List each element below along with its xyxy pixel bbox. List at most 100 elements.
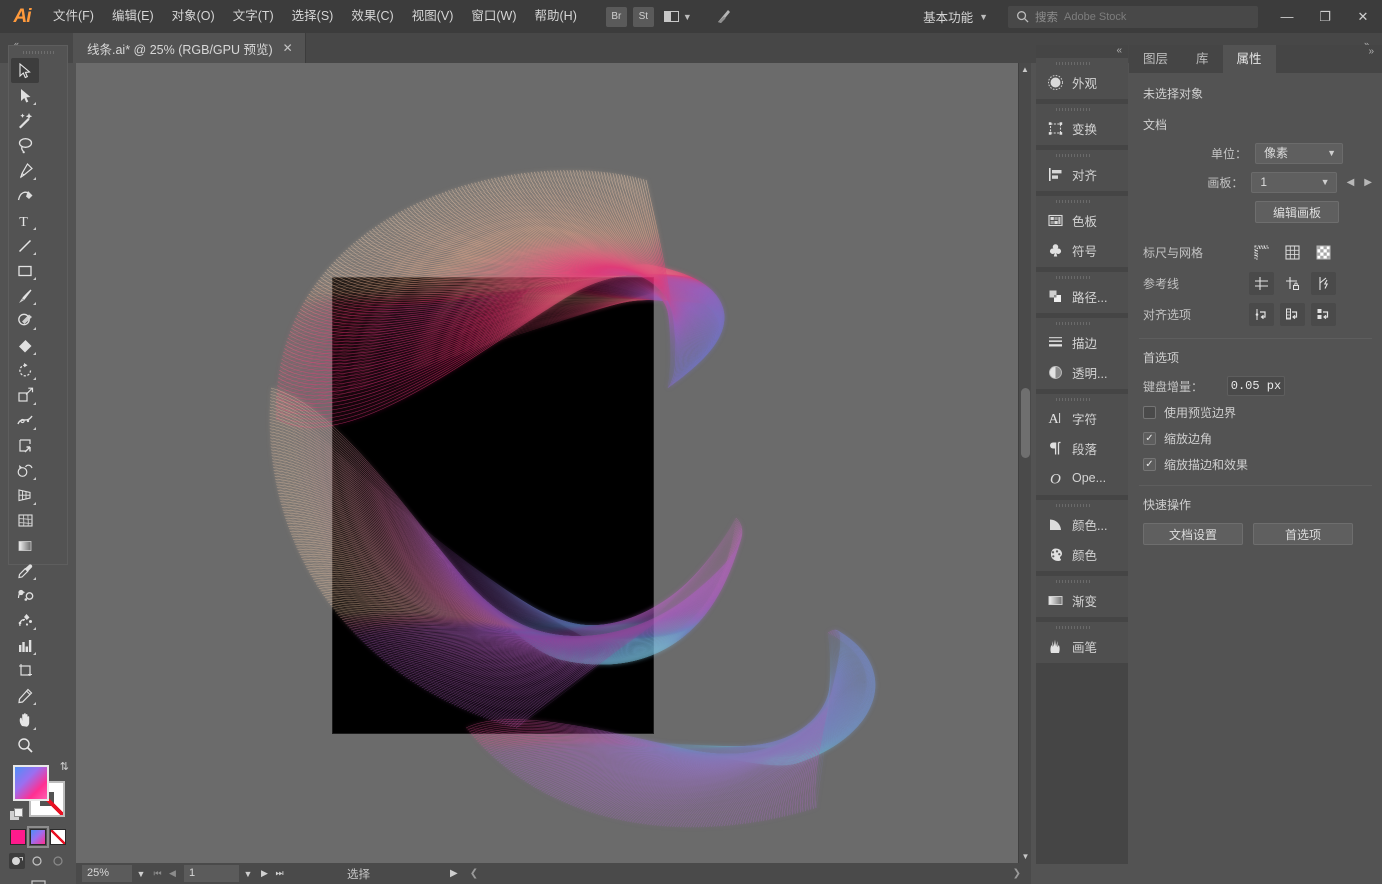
workspace-switcher[interactable]: 基本功能 ▼: [913, 0, 998, 33]
dock-item-align[interactable]: 对齐: [1036, 159, 1128, 189]
dock-item-paragraph[interactable]: 段落: [1036, 433, 1128, 463]
shape-builder-tool[interactable]: [11, 458, 39, 483]
scale-tool[interactable]: [11, 383, 39, 408]
menu-effect[interactable]: 效果(C): [342, 0, 402, 33]
dock-group-grip[interactable]: [1036, 502, 1128, 509]
prev-artboard-button[interactable]: ◀: [165, 868, 180, 879]
show-transparency-grid-icon[interactable]: [1311, 241, 1336, 264]
eraser-tool[interactable]: [11, 333, 39, 358]
swatch-solid-color[interactable]: [10, 829, 26, 845]
dock-group-grip[interactable]: [1036, 396, 1128, 403]
use-preview-bounds-checkbox[interactable]: ✓: [1143, 406, 1156, 419]
swap-fill-stroke-icon[interactable]: ⇅: [60, 760, 69, 773]
artboard-select[interactable]: 1 ▼: [1251, 172, 1337, 193]
dock-item-character[interactable]: A 字符: [1036, 403, 1128, 433]
zoom-level-field[interactable]: 25%: [82, 865, 132, 882]
scale-strokes-effects-checkbox[interactable]: ✓: [1143, 458, 1156, 471]
maximize-button[interactable]: ❐: [1306, 0, 1344, 33]
fill-swatch[interactable]: [13, 765, 49, 801]
zoom-dropdown-icon[interactable]: ▼: [132, 869, 150, 879]
free-transform-tool[interactable]: [11, 433, 39, 458]
dock-group-grip[interactable]: [1036, 152, 1128, 159]
menu-object[interactable]: 对象(O): [163, 0, 224, 33]
paintbrush-tool[interactable]: [11, 283, 39, 308]
prev-artboard-icon[interactable]: ◀: [1347, 177, 1355, 188]
selection-tool[interactable]: [11, 58, 39, 83]
vertical-scroll-thumb[interactable]: [1021, 388, 1030, 458]
dock-item-color-guide[interactable]: 颜色...: [1036, 509, 1128, 539]
show-grid-icon[interactable]: [1280, 241, 1305, 264]
arrange-documents-button[interactable]: ▼: [660, 11, 696, 22]
dock-item-pathfinder[interactable]: 路径...: [1036, 281, 1128, 311]
menu-file[interactable]: 文件(F): [44, 0, 103, 33]
hscroll-right-icon[interactable]: ❯: [1013, 868, 1021, 879]
dock-item-transform[interactable]: 变换: [1036, 113, 1128, 143]
menu-select[interactable]: 选择(S): [283, 0, 343, 33]
type-tool[interactable]: T: [11, 208, 39, 233]
menu-view[interactable]: 视图(V): [403, 0, 463, 33]
tab-properties[interactable]: 属性: [1222, 45, 1276, 73]
artboard-dropdown-icon[interactable]: ▼: [239, 869, 257, 879]
dock-collapse-icon[interactable]: [1036, 45, 1128, 58]
tools-panel-grip[interactable]: [9, 46, 67, 58]
hscroll-left-icon[interactable]: ❮: [470, 868, 478, 879]
menu-help[interactable]: 帮助(H): [526, 0, 586, 33]
minimize-button[interactable]: —: [1268, 0, 1306, 33]
panel-collapse-icon[interactable]: »: [1368, 46, 1374, 57]
line-segment-tool[interactable]: [11, 233, 39, 258]
default-fill-stroke-icon[interactable]: [10, 808, 24, 822]
dock-group-grip[interactable]: [1036, 60, 1128, 67]
slice-tool[interactable]: [11, 683, 39, 708]
curvature-tool[interactable]: [11, 183, 39, 208]
symbol-sprayer-tool[interactable]: [11, 608, 39, 633]
scroll-up-icon[interactable]: ▲: [1019, 63, 1031, 76]
mesh-tool[interactable]: [11, 508, 39, 533]
zoom-tool[interactable]: [11, 733, 39, 758]
dock-group-grip[interactable]: [1036, 106, 1128, 113]
scale-corners-row[interactable]: ✓ 缩放边角: [1143, 430, 1372, 447]
dock-item-appearance[interactable]: 外观: [1036, 67, 1128, 97]
dock-group-grip[interactable]: [1036, 624, 1128, 631]
stock-button[interactable]: St: [632, 6, 654, 27]
eyedropper-tool[interactable]: [11, 558, 39, 583]
direct-selection-tool[interactable]: [11, 83, 39, 108]
dock-group-grip[interactable]: [1036, 274, 1128, 281]
dock-item-opentype[interactable]: O Ope...: [1036, 463, 1128, 493]
artboard-tool[interactable]: [11, 658, 39, 683]
dock-item-brushes[interactable]: 画笔: [1036, 631, 1128, 661]
menu-type[interactable]: 文字(T): [224, 0, 283, 33]
smart-guides-icon[interactable]: [1311, 272, 1336, 295]
show-guides-icon[interactable]: [1249, 272, 1274, 295]
canvas-vertical-scrollbar[interactable]: ▲ ▼: [1018, 63, 1031, 863]
document-setup-button[interactable]: 文档设置: [1143, 523, 1243, 545]
next-artboard-icon[interactable]: ▶: [1364, 177, 1372, 188]
width-tool[interactable]: [11, 408, 39, 433]
menu-edit[interactable]: 编辑(E): [103, 0, 163, 33]
gradient-tool[interactable]: [11, 533, 39, 558]
snap-to-point-icon[interactable]: [1249, 303, 1274, 326]
scale-strokes-row[interactable]: ✓ 缩放描边和效果: [1143, 456, 1372, 473]
dock-item-swatches[interactable]: 色板: [1036, 205, 1128, 235]
dock-item-gradient[interactable]: 渐变: [1036, 585, 1128, 615]
dock-item-symbols[interactable]: 符号: [1036, 235, 1128, 265]
next-artboard-button[interactable]: ▶: [257, 868, 272, 879]
perspective-grid-tool[interactable]: [11, 483, 39, 508]
tab-libraries[interactable]: 库: [1182, 45, 1223, 73]
rectangle-tool[interactable]: [11, 258, 39, 283]
lock-guides-icon[interactable]: [1280, 272, 1305, 295]
draw-behind-icon[interactable]: [30, 853, 46, 869]
blend-tool[interactable]: [11, 583, 39, 608]
rotate-tool[interactable]: [11, 358, 39, 383]
dock-item-stroke[interactable]: 描边: [1036, 327, 1128, 357]
scroll-down-icon[interactable]: ▼: [1019, 850, 1032, 863]
dock-group-grip[interactable]: [1036, 198, 1128, 205]
scale-corners-checkbox[interactable]: ✓: [1143, 432, 1156, 445]
close-icon[interactable]: ✕: [283, 41, 293, 55]
fill-stroke-widget[interactable]: ⇅: [10, 760, 69, 824]
dock-item-transparency[interactable]: 透明...: [1036, 357, 1128, 387]
dock-item-color[interactable]: 颜色: [1036, 539, 1128, 569]
edit-artboard-button[interactable]: 编辑画板: [1255, 201, 1339, 223]
dock-group-grip[interactable]: [1036, 320, 1128, 327]
hand-tool[interactable]: [11, 708, 39, 733]
column-graph-tool[interactable]: [11, 633, 39, 658]
